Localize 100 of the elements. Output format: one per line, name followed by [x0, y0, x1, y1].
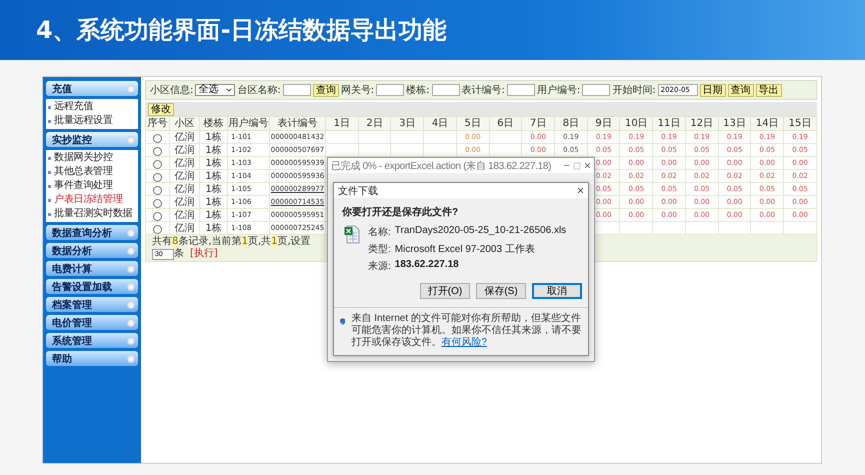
info-value: TranDays2020-05-25_10-21-26506.xls: [394, 225, 566, 238]
text-field[interactable]: [376, 84, 404, 96]
sidebar-item[interactable]: 其他总表管理: [48, 166, 136, 178]
dropdown[interactable]: 全选: [195, 84, 236, 96]
sidebar-section[interactable]: 数据分析: [46, 243, 138, 258]
radio-button[interactable]: [153, 224, 162, 234]
circle-icon: [127, 336, 135, 344]
close-icon[interactable]: [583, 161, 592, 170]
info-label: 来源:: [368, 260, 391, 273]
sidebar-item[interactable]: 远程充值: [48, 101, 136, 113]
column-header: 10日: [620, 116, 653, 130]
pager-text: 条: [174, 248, 184, 260]
table-cell: 1栋: [200, 182, 228, 196]
field-label: 开始时间:: [612, 84, 656, 97]
table-cell: 1栋: [200, 170, 228, 182]
sidebar-item[interactable]: 数据网关抄控: [48, 152, 136, 164]
column-header: 8日: [554, 116, 588, 130]
column-header: 11日: [652, 116, 686, 130]
sidebar-item[interactable]: 事件查询处理: [48, 180, 136, 192]
sidebar-section[interactable]: 充值: [46, 81, 138, 96]
sidebar-item[interactable]: 批量远程设置: [48, 115, 136, 127]
column-header: 4日: [424, 116, 456, 130]
text-field[interactable]: [582, 84, 610, 96]
circle-icon: [127, 136, 135, 144]
sidebar-section[interactable]: 电费计算: [46, 261, 138, 276]
column-header: 12日: [685, 116, 718, 130]
filter-button[interactable]: 日期: [700, 84, 726, 96]
column-header: 序号: [146, 116, 170, 130]
column-header: 用户编号: [228, 116, 270, 130]
table-cell: 1栋: [200, 208, 228, 222]
circle-icon: [127, 354, 135, 362]
column-header: 1日: [326, 116, 358, 130]
column-header: 9日: [587, 116, 620, 130]
pager-text: 页,设置: [278, 236, 311, 248]
table-cell: 1栋: [200, 196, 228, 208]
pager-text: 共有: [152, 236, 172, 248]
pager-text: 条记录,当前第: [178, 236, 242, 248]
radio-button[interactable]: [153, 198, 162, 208]
sidebar-section[interactable]: 电价管理: [46, 315, 138, 330]
dialog-button[interactable]: 打开(O): [420, 283, 470, 299]
dialog-question: 你要打开还是保存此文件?: [340, 206, 460, 220]
field-label: 台区名称:: [237, 84, 281, 97]
field-label: 小区信息:: [150, 84, 194, 97]
execute-link[interactable]: [执行]: [190, 248, 218, 260]
text-field[interactable]: [432, 84, 460, 96]
filter-button[interactable]: 查询: [728, 84, 754, 96]
chevron-down-icon: [225, 86, 234, 94]
sidebar-section[interactable]: 系统管理: [46, 333, 138, 348]
column-header: 7日: [522, 116, 555, 130]
spreadsheet-file-icon: [344, 225, 360, 244]
circle-icon: [127, 282, 135, 290]
radio-button[interactable]: [153, 172, 162, 182]
table-cell: 亿润: [170, 196, 200, 208]
info-value: 183.62.227.18: [394, 259, 460, 272]
radio-button[interactable]: [153, 146, 162, 156]
info-value: Microsoft Excel 97-2003 工作表: [394, 242, 536, 256]
dialog-button[interactable]: 取消: [532, 283, 582, 299]
table-cell: 亿润: [170, 182, 200, 196]
sidebar-section[interactable]: 帮助: [46, 351, 138, 366]
sidebar-section[interactable]: 告警设置加载: [46, 279, 138, 294]
sidebar-item[interactable]: 批量召测实时数据: [48, 208, 136, 220]
radio-button[interactable]: [153, 186, 162, 195]
table-cell: 亿润: [170, 208, 200, 222]
edit-button[interactable]: 修改: [148, 102, 174, 116]
field-label: 楼栋:: [406, 84, 430, 97]
text-field[interactable]: [506, 84, 535, 96]
page-number: 1: [271, 236, 278, 248]
column-header: 小区: [170, 116, 200, 130]
filter-button[interactable]: 导出: [756, 84, 782, 96]
window-title: 已完成 0% - exportExcel.action (来自 183.62.227.18): [331, 160, 552, 172]
radio-button[interactable]: [153, 160, 162, 169]
column-header: 表计编号: [270, 116, 326, 130]
field-label: 表计编号:: [462, 84, 505, 97]
field-label: 用户编号:: [536, 84, 580, 97]
dialog-title: 文件下载: [338, 184, 378, 198]
column-header: 楼栋: [200, 116, 228, 130]
table-cell: 1栋: [200, 144, 228, 156]
sidebar-item[interactable]: 户表日冻结管理: [48, 194, 136, 206]
info-label: 名称:: [368, 226, 391, 239]
field-label: 网关号:: [340, 84, 374, 97]
column-header: 3日: [390, 116, 424, 130]
radio-button[interactable]: [153, 212, 162, 221]
page-number: 8: [172, 236, 178, 248]
table-cell: 亿润: [170, 130, 200, 144]
dialog-button[interactable]: 保存(S): [476, 283, 526, 299]
filter-button[interactable]: 查询: [312, 84, 339, 96]
page-number: 1: [242, 236, 248, 248]
column-header: 15日: [784, 116, 816, 130]
circle-icon: [127, 300, 135, 308]
warning-text: 来自 Internet 的文件可能对你有所帮助，但某些文件可能危害你的计算机。如果你不信任其来源，请不要打开或保存该文件。有何风险?: [351, 313, 582, 349]
risk-link[interactable]: 有何风险?: [441, 337, 487, 348]
column-header: 6日: [489, 116, 522, 130]
sidebar-section[interactable]: 实抄监控: [46, 132, 138, 147]
close-icon[interactable]: [576, 186, 585, 195]
circle-icon: [127, 246, 135, 254]
text-field[interactable]: [282, 84, 311, 96]
sidebar-section[interactable]: 档案管理: [46, 297, 138, 312]
column-header: 13日: [718, 116, 751, 130]
radio-button[interactable]: [153, 134, 162, 143]
sidebar-section[interactable]: 数据查询分析: [46, 225, 138, 240]
